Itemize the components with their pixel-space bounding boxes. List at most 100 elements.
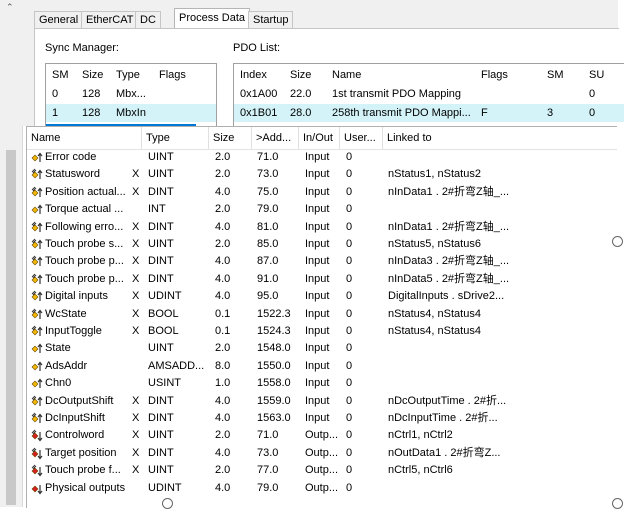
variable-addr-cell: 87.0 [257, 255, 279, 268]
variable-x-cell: X [132, 290, 140, 303]
tab-startup[interactable]: Startup [248, 11, 294, 28]
variable-inout-cell: Input [305, 238, 330, 250]
variable-type-cell: DINT [148, 394, 174, 407]
resize-handle-corner[interactable] [612, 498, 623, 509]
variable-inout-cell: Input [305, 168, 330, 181]
variable-linked-cell: nInData5 . 2#折弯Z轴_... [388, 272, 510, 285]
variable-size-cell: 4.0 [215, 412, 231, 424]
tab-general[interactable]: General [34, 11, 84, 28]
variable-row[interactable]: Physical outputs UDINT 4.0 79.0 Outp... 0 [27, 480, 617, 497]
variable-x-cell: X [132, 220, 140, 233]
variable-row[interactable]: Controlword X UINT 2.0 71.0 Outp... 0 nCtrl1, n… [27, 427, 617, 444]
tab-process-data[interactable]: Process Data [174, 8, 251, 29]
col-address[interactable]: >Add... [252, 127, 299, 149]
pdo-list-header: Index Size Name Flags SM SU [234, 66, 624, 84]
pdo-row-selected[interactable]: 0x1B01 28.0 258th transmit PDO Mappi... … [234, 104, 624, 122]
variable-x-cell: X [132, 464, 140, 477]
variable-row[interactable]: Touch probe p... X DINT 4.0 87.0 Input 0 nInDat… [27, 253, 617, 270]
sm-cell: 3 [547, 107, 554, 119]
variable-inout-cell: Input [305, 290, 330, 303]
variable-row[interactable]: Touch probe p... X DINT 4.0 91.0 Input 0 nInDat… [27, 271, 617, 288]
scrollbar-thumb[interactable] [6, 150, 16, 505]
col-in-out[interactable]: In/Out [299, 127, 340, 149]
variable-inout-cell: Input [305, 220, 330, 233]
col-sm[interactable]: SM [52, 66, 69, 84]
variable-row[interactable]: Position actual... X DINT 4.0 75.0 Input 0 nInD… [27, 184, 617, 201]
variable-row[interactable]: Touch probe f... X UINT 2.0 77.0 Outp... 0 nCtr… [27, 462, 617, 479]
variable-row[interactable]: Following erro... X DINT 4.0 81.0 Input 0 nInDa… [27, 219, 617, 236]
variable-row[interactable]: DcInputShift X DINT 4.0 1563.0 Input 0 nDcInput… [27, 410, 617, 427]
resize-handle-right[interactable] [612, 236, 623, 247]
col-user[interactable]: User... [340, 127, 383, 149]
col-size[interactable]: Size [82, 66, 103, 84]
variable-type-cell: DINT [148, 272, 174, 285]
variable-linked-cell: nInData1 . 2#折弯Z轴_... [388, 220, 510, 233]
variable-inout-cell: Input [305, 394, 330, 407]
scroll-up-icon[interactable]: ⌃ [6, 2, 14, 13]
variable-row[interactable]: AdsAddr AMSADD... 8.0 1550.0 Input 0 [27, 358, 617, 375]
resize-handle-bottom[interactable] [162, 498, 173, 509]
sm-cell: 1 [52, 107, 59, 119]
pdo-list-table[interactable]: Index Size Name Flags SM SU 0x1A00 22.0 … [233, 63, 624, 128]
variable-row[interactable]: DcOutputShift X DINT 4.0 1559.0 Input 0 nDcOutp… [27, 393, 617, 410]
col-type[interactable]: Type [116, 66, 140, 84]
linked-output-var-icon [31, 464, 43, 477]
variable-addr-cell: 71.0 [257, 151, 279, 163]
linked-input-var-icon [31, 238, 43, 251]
pdo-row[interactable]: 0x1A00 22.0 1st transmit PDO Mapping 0 [234, 85, 624, 103]
variable-size-cell: 2.0 [215, 429, 231, 442]
col-linked-to[interactable]: Linked to [383, 127, 617, 149]
variable-x-cell: X [132, 325, 140, 337]
index-cell: 0x1A00 [240, 88, 278, 100]
variable-type-cell: BOOL [148, 307, 179, 320]
variable-row[interactable]: WcState X BOOL 0.1 1522.3 Input 0 nStatus4, nSt… [27, 306, 617, 323]
variable-row[interactable]: Torque actual ... INT 2.0 79.0 Input 0 [27, 201, 617, 218]
variable-name-cell: Following erro... [45, 220, 124, 233]
left-scrollbar[interactable]: ⌃ [0, 0, 23, 507]
col-type[interactable]: Type [142, 127, 209, 149]
variable-linked-cell: nInData3 . 2#折弯Z轴_... [388, 255, 510, 268]
variable-row[interactable]: Target position X DINT 4.0 73.0 Outp... 0 nOutD… [27, 445, 617, 462]
col-name[interactable]: Name [332, 66, 361, 84]
variable-row[interactable]: Touch probe s... X UINT 2.0 85.0 Input 0 nStatu… [27, 236, 617, 253]
variable-name-cell: WcState [45, 307, 87, 320]
variable-type-cell: DINT [148, 446, 174, 459]
variable-addr-cell: 1550.0 [257, 359, 291, 372]
size-cell: 28.0 [290, 107, 312, 119]
su-cell: 0 [589, 88, 596, 100]
linked-input-var-icon [31, 325, 43, 338]
sync-manager-table[interactable]: SM Size Type Flags 0 128 Mbx... 1 128 Mb… [45, 63, 217, 128]
variable-row[interactable]: Chn0 USINT 1.0 1558.0 Input 0 [27, 375, 617, 392]
variable-row[interactable]: Error code UINT 2.0 71.0 Input 0 [27, 149, 617, 166]
variable-type-cell: USINT [148, 377, 181, 390]
variable-row[interactable]: Statusword X UINT 2.0 73.0 Input 0 nStatus1, nS… [27, 166, 617, 183]
variable-addr-cell: 85.0 [257, 238, 279, 250]
variable-row[interactable]: State UINT 2.0 1548.0 Input 0 [27, 340, 617, 357]
linked-input-var-icon [31, 221, 43, 234]
variable-addr-cell: 91.0 [257, 272, 279, 285]
variable-row[interactable]: InputToggle X BOOL 0.1 1524.3 Input 0 nStatus4,… [27, 323, 617, 340]
variable-linked-cell: nStatus4, nStatus4 [388, 325, 481, 337]
col-sm[interactable]: SM [547, 66, 564, 84]
variable-name-cell: DcOutputShift [45, 394, 114, 407]
variable-linked-cell: nDcOutputTime . 2#折... [388, 394, 507, 407]
variables-table[interactable]: Name Type Size >Add... In/Out User... Li… [26, 126, 617, 508]
variable-x-cell: X [132, 238, 140, 250]
variable-inout-cell: Outp... [305, 446, 339, 459]
col-size[interactable]: Size [209, 127, 252, 149]
col-index[interactable]: Index [240, 66, 267, 84]
col-flags[interactable]: Flags [159, 66, 186, 84]
variable-row[interactable]: Digital inputs X UDINT 4.0 95.0 Input 0 Digital… [27, 288, 617, 305]
col-size[interactable]: Size [290, 66, 311, 84]
variable-x-cell: X [132, 412, 140, 424]
sync-manager-row[interactable]: 0 128 Mbx... [46, 85, 216, 103]
linked-output-var-icon [31, 429, 43, 442]
tab-ethercat[interactable]: EtherCAT [81, 11, 139, 28]
linked-input-var-icon [31, 255, 43, 268]
tab-dc[interactable]: DC [135, 11, 161, 28]
col-flags[interactable]: Flags [481, 66, 508, 84]
col-su[interactable]: SU [589, 66, 604, 84]
tab-content: Sync Manager: PDO List: SM Size Type Fla… [34, 28, 624, 128]
col-name[interactable]: Name [27, 127, 142, 149]
sync-manager-row-selected[interactable]: 1 128 MbxIn [46, 104, 216, 122]
